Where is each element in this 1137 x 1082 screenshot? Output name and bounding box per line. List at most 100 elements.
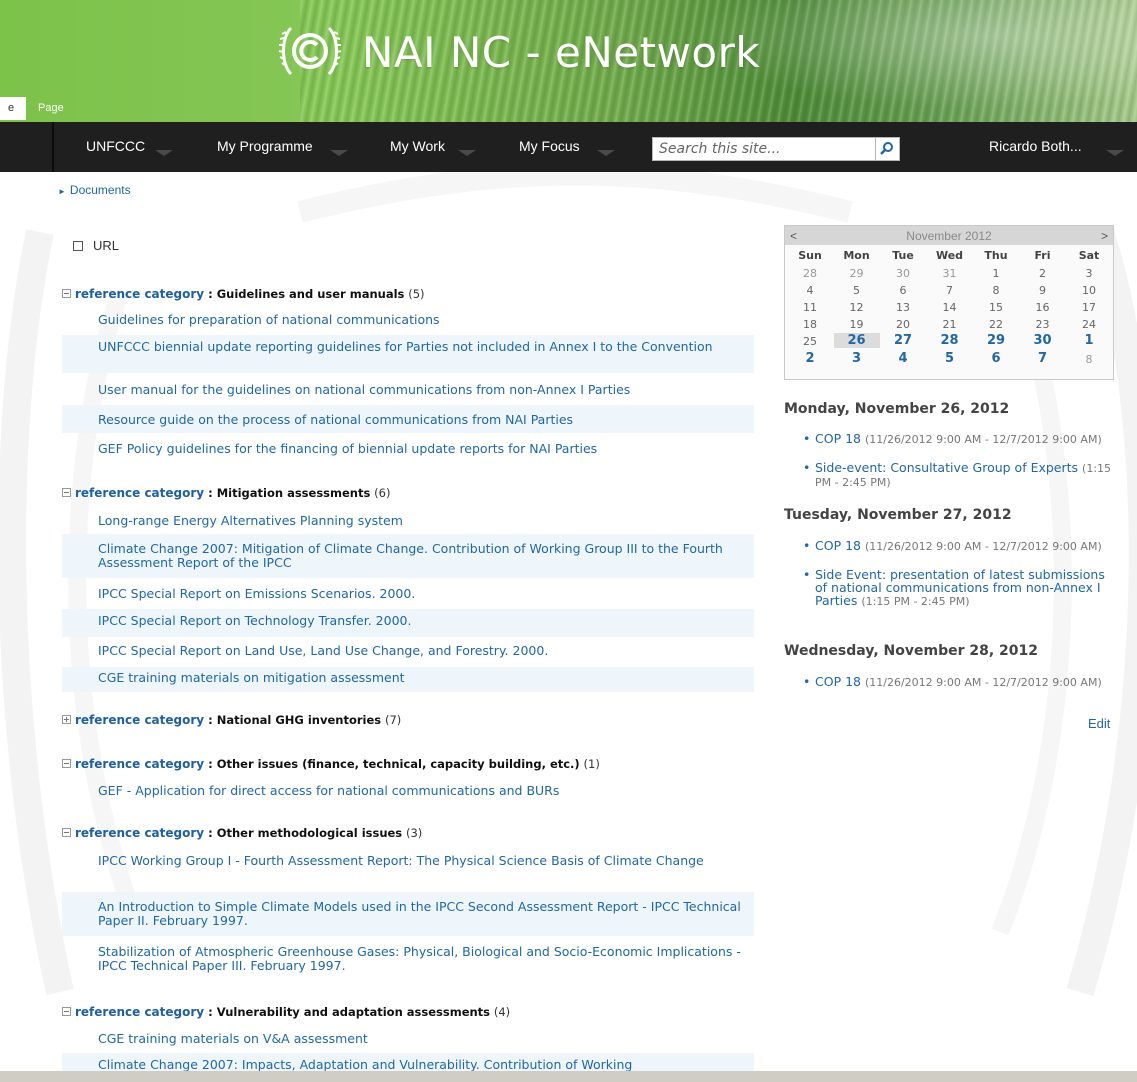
calendar-day[interactable]: 5	[834, 284, 880, 297]
list-item[interactable]: CGE training materials on mitigation ass…	[62, 667, 754, 692]
calendar-day[interactable]: 31	[927, 267, 973, 280]
list-item[interactable]: IPCC Special Report on Emissions Scenari…	[62, 580, 754, 608]
calendar-day[interactable]: 13	[880, 301, 926, 314]
calendar-day[interactable]: 1	[1066, 333, 1112, 348]
calendar-day[interactable]: 4	[880, 351, 926, 366]
category-label[interactable]: reference category	[75, 826, 204, 840]
list-item[interactable]: GEF - Application for direct access for …	[62, 776, 754, 806]
calendar-day[interactable]: 6	[880, 284, 926, 297]
expand-icon[interactable]	[62, 715, 71, 724]
calendar-day[interactable]: 21	[927, 318, 973, 331]
edit-link[interactable]: Edit	[1088, 716, 1110, 731]
calendar-day[interactable]: 28	[787, 267, 833, 280]
breadcrumb[interactable]: ► Documents	[58, 183, 131, 197]
calendar-day[interactable]: 8	[1066, 353, 1112, 366]
chevron-down-icon[interactable]	[597, 150, 615, 156]
calendar-day[interactable]: 8	[973, 284, 1019, 297]
search-input[interactable]: Search this site...	[652, 137, 876, 161]
calendar-day[interactable]: 9	[1020, 284, 1066, 297]
calendar-day[interactable]: 30	[1020, 333, 1066, 348]
ribbon-tab-page[interactable]: Page	[32, 97, 70, 120]
calendar-day[interactable]: 17	[1066, 301, 1112, 314]
calendar-day[interactable]: 26	[833, 333, 880, 348]
event-title[interactable]: COP 18	[815, 538, 861, 553]
calendar-day[interactable]: 15	[973, 301, 1019, 314]
calendar-day[interactable]: 18	[787, 318, 833, 331]
group-header[interactable]: reference category : Vulnerability and a…	[62, 1005, 510, 1019]
calendar-day[interactable]: 22	[973, 318, 1019, 331]
agenda-event[interactable]: • COP 18 (11/26/2012 9:00 AM - 12/7/2012 …	[803, 675, 1115, 689]
collapse-icon[interactable]	[62, 289, 71, 298]
chevron-down-icon[interactable]	[330, 150, 348, 156]
chevron-down-icon[interactable]	[155, 150, 173, 156]
calendar-next-button[interactable]: >	[1101, 229, 1108, 243]
list-item[interactable]: An Introduction to Simple Climate Models…	[62, 892, 754, 936]
collapse-icon[interactable]	[62, 828, 71, 837]
calendar-day[interactable]: 28	[927, 333, 973, 348]
list-item[interactable]: Long-range Energy Alternatives Planning …	[62, 505, 754, 532]
search-button[interactable]	[876, 137, 900, 161]
group-header[interactable]: reference category : Other issues (finan…	[62, 757, 600, 771]
nav-item-unfccc[interactable]: UNFCCC	[86, 138, 145, 154]
group-header[interactable]: reference category : Other methodologica…	[62, 826, 422, 840]
category-label[interactable]: reference category	[75, 757, 204, 771]
calendar-day[interactable]: 29	[973, 333, 1019, 348]
nav-item-my-work[interactable]: My Work	[390, 138, 445, 154]
calendar-day[interactable]: 29	[834, 267, 880, 280]
event-title[interactable]: COP 18	[815, 431, 861, 446]
calendar-day[interactable]: 2	[787, 351, 833, 366]
list-item[interactable]: IPCC Working Group I - Fourth Assessment…	[62, 846, 754, 890]
group-header[interactable]: reference category : Guidelines and user…	[62, 287, 425, 301]
list-item[interactable]: Guidelines for preparation of national c…	[62, 306, 754, 333]
list-item[interactable]: IPCC Special Report on Land Use, Land Us…	[62, 638, 754, 666]
list-item[interactable]: Climate Change 2007: Mitigation of Clima…	[62, 534, 754, 578]
category-label[interactable]: reference category	[75, 713, 204, 727]
chevron-down-icon[interactable]	[1106, 150, 1124, 156]
agenda-event[interactable]: • Side-event: Consultative Group of Exper…	[803, 460, 1115, 489]
event-title[interactable]: Side-event: Consultative Group of Expert…	[815, 460, 1078, 475]
calendar-day[interactable]: 24	[1066, 318, 1112, 331]
calendar-day[interactable]: 23	[1020, 318, 1066, 331]
user-menu[interactable]: Ricardo Both...	[989, 138, 1082, 154]
chevron-down-icon[interactable]	[458, 150, 476, 156]
calendar-day[interactable]: 4	[787, 284, 833, 297]
calendar-day[interactable]: 3	[1066, 267, 1112, 280]
group-header[interactable]: reference category : Mitigation assessme…	[62, 486, 390, 500]
collapse-icon[interactable]	[62, 488, 71, 497]
calendar-day[interactable]: 3	[834, 351, 880, 366]
calendar-day[interactable]: 10	[1066, 284, 1112, 297]
breadcrumb-documents[interactable]: Documents	[70, 183, 131, 197]
agenda-event[interactable]: • Side Event: presentation of latest subm…	[803, 568, 1115, 608]
list-item[interactable]: Climate Change 2007: Impacts, Adaptation…	[62, 1053, 754, 1071]
calendar-day[interactable]: 7	[927, 284, 973, 297]
ribbon-tab-browse[interactable]: e	[0, 97, 26, 120]
calendar-day[interactable]: 6	[973, 351, 1019, 366]
category-label[interactable]: reference category	[75, 1005, 204, 1019]
calendar-day[interactable]: 2	[1020, 267, 1066, 280]
list-item[interactable]: GEF Policy guidelines for the financing …	[62, 435, 754, 462]
list-item[interactable]: Stabilization of Atmospheric Greenhouse …	[62, 936, 754, 980]
nav-item-my-focus[interactable]: My Focus	[519, 138, 580, 154]
calendar-day[interactable]: 30	[880, 267, 926, 280]
category-label[interactable]: reference category	[75, 486, 204, 500]
calendar-day[interactable]: 16	[1020, 301, 1066, 314]
list-item[interactable]: Resource guide on the process of nationa…	[62, 405, 754, 433]
calendar-day[interactable]: 20	[880, 318, 926, 331]
agenda-event[interactable]: • COP 18 (11/26/2012 9:00 AM - 12/7/2012 …	[803, 538, 1115, 553]
list-item[interactable]: CGE training materials on V&A assessment	[62, 1024, 754, 1052]
collapse-icon[interactable]	[62, 759, 71, 768]
calendar-day[interactable]: 25	[787, 335, 833, 348]
group-header[interactable]: reference category : National GHG invent…	[62, 713, 401, 727]
nav-item-my-programme[interactable]: My Programme	[217, 138, 313, 154]
bottom-scrollbar[interactable]	[0, 1071, 1137, 1082]
calendar-day[interactable]: 27	[880, 333, 926, 348]
calendar-day[interactable]: 1	[973, 267, 1019, 280]
calendar-day[interactable]: 14	[927, 301, 973, 314]
calendar-day[interactable]: 19	[834, 318, 880, 331]
list-item[interactable]: User manual for the guidelines on nation…	[62, 375, 754, 403]
agenda-event[interactable]: • COP 18 (11/26/2012 9:00 AM - 12/7/2012 …	[803, 431, 1115, 446]
collapse-icon[interactable]	[62, 1007, 71, 1016]
calendar-day[interactable]: 5	[927, 351, 973, 366]
site-title[interactable]: NAI NC - eNetwork	[362, 28, 760, 77]
url-checkbox[interactable]	[73, 241, 83, 251]
